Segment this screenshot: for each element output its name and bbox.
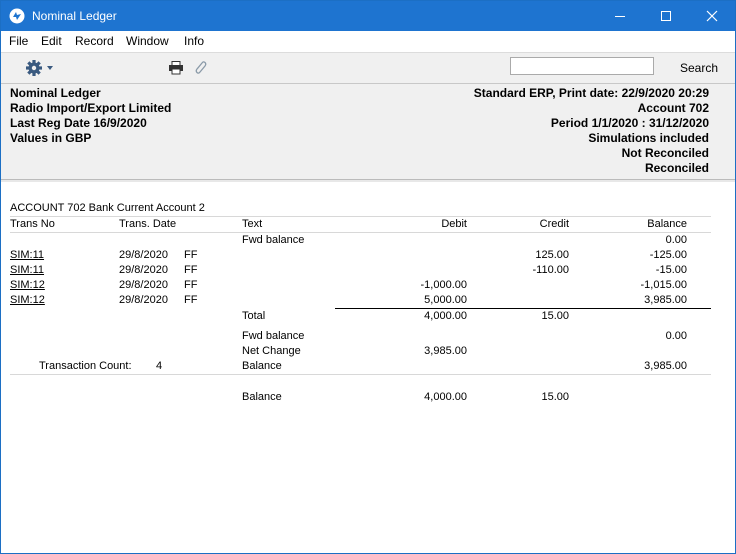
col-header-debit: Debit [441,218,467,230]
grand-balance-label: Balance [242,391,282,403]
search-button[interactable]: Search [680,61,718,75]
col-header-text: Text [242,218,263,230]
header-not-reconciled: Not Reconciled [621,146,709,160]
trans-no-link[interactable]: SIM:12 [10,279,45,291]
toolbar: Search [1,52,735,84]
header-period: Period 1/1/2020 : 31/12/2020 [550,116,709,130]
trans-balance: -1,015.00 [640,279,687,291]
close-button[interactable] [689,1,735,31]
col-header-balance: Balance [647,218,687,230]
summary-balance-label: Balance [242,360,282,372]
header-account: Account 702 [637,101,709,115]
menu-bar: File Edit Record Window Info [1,31,735,52]
header-simulations: Simulations included [588,131,709,145]
print-icon[interactable] [168,61,184,75]
grand-debit: 4,000.00 [424,391,467,403]
trans-code: FF [184,264,198,276]
menu-info[interactable]: Info [184,34,204,48]
menu-record[interactable]: Record [75,34,114,48]
divider [10,374,711,375]
trans-no-link[interactable]: SIM:11 [10,264,44,276]
trans-code: FF [184,249,198,261]
trans-debit: -1,000.00 [420,279,467,291]
report-body: ACCOUNT 702 Bank Current Account 2 Trans… [1,182,735,553]
total-label: Total [242,310,266,322]
account-title: ACCOUNT 702 Bank Current Account 2 [10,202,205,214]
total-divider [335,308,711,309]
divider [10,232,711,233]
minimize-icon [615,16,625,17]
summary-balance-value: 3,985.00 [644,360,687,372]
trans-code: FF [184,279,198,291]
trans-date: 29/8/2020 [119,279,168,291]
net-change-debit: 3,985.00 [424,345,467,357]
trans-no-link[interactable]: SIM:11 [10,249,44,261]
col-header-trans-date: Trans. Date [119,218,177,230]
trans-credit: -110.00 [532,264,570,276]
minimize-button[interactable] [597,1,643,31]
trans-no-link[interactable]: SIM:12 [10,294,45,306]
close-icon [706,10,718,22]
header-company: Radio Import/Export Limited [10,101,172,115]
nominal-ledger-window: Nominal Ledger File Edit Record Window I… [0,0,736,554]
summary-fwd-value: 0.00 [665,330,687,342]
header-currency: Values in GBP [10,131,92,145]
trans-credit: 125.00 [535,249,569,261]
trans-date: 29/8/2020 [119,294,168,306]
trans-balance: -15.00 [655,264,687,276]
app-icon [9,8,25,24]
col-header-trans-no: Trans No [10,218,55,230]
trans-balance: -125.00 [649,249,687,261]
trans-date: 29/8/2020 [119,249,168,261]
fwd-balance-label: Fwd balance [242,234,305,246]
window-title: Nominal Ledger [32,9,117,23]
maximize-button[interactable] [643,1,689,31]
menu-window[interactable]: Window [126,34,169,48]
grand-credit: 15.00 [541,391,569,403]
trans-debit: 5,000.00 [424,294,467,306]
divider [10,216,711,217]
attachment-icon[interactable] [193,60,207,76]
total-debit: 4,000.00 [424,310,467,322]
gear-icon[interactable] [25,59,57,77]
summary-fwd-label: Fwd balance [242,330,305,342]
report-header: Nominal Ledger Radio Import/Export Limit… [1,83,735,180]
trans-balance: 3,985.00 [644,294,687,306]
menu-edit[interactable]: Edit [41,34,62,48]
trans-code: FF [184,294,198,306]
transaction-count-value: 4 [156,360,163,372]
total-credit: 15.00 [541,310,569,322]
transaction-count-label: Transaction Count: [39,360,132,372]
header-report-name: Nominal Ledger [10,86,101,100]
menu-file[interactable]: File [9,34,28,48]
search-input[interactable] [510,57,654,75]
title-bar: Nominal Ledger [1,1,735,31]
net-change-label: Net Change [242,345,301,357]
fwd-balance-value: 0.00 [665,234,687,246]
header-print-date: Standard ERP, Print date: 22/9/2020 20:2… [473,86,709,100]
header-reconciled: Reconciled [644,161,709,175]
header-last-reg-date: Last Reg Date 16/9/2020 [10,116,147,130]
trans-date: 29/8/2020 [119,264,168,276]
maximize-icon [661,11,671,21]
col-header-credit: Credit [539,218,569,230]
